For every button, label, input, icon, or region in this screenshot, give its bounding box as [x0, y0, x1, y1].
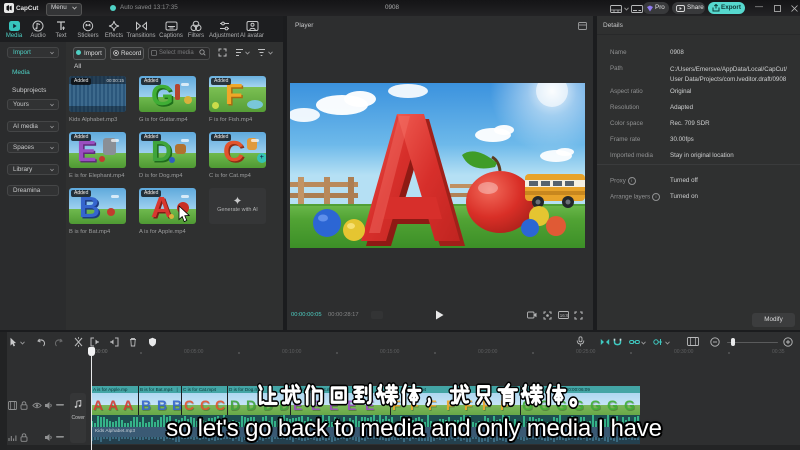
svg-text:16:9: 16:9 — [560, 313, 569, 318]
